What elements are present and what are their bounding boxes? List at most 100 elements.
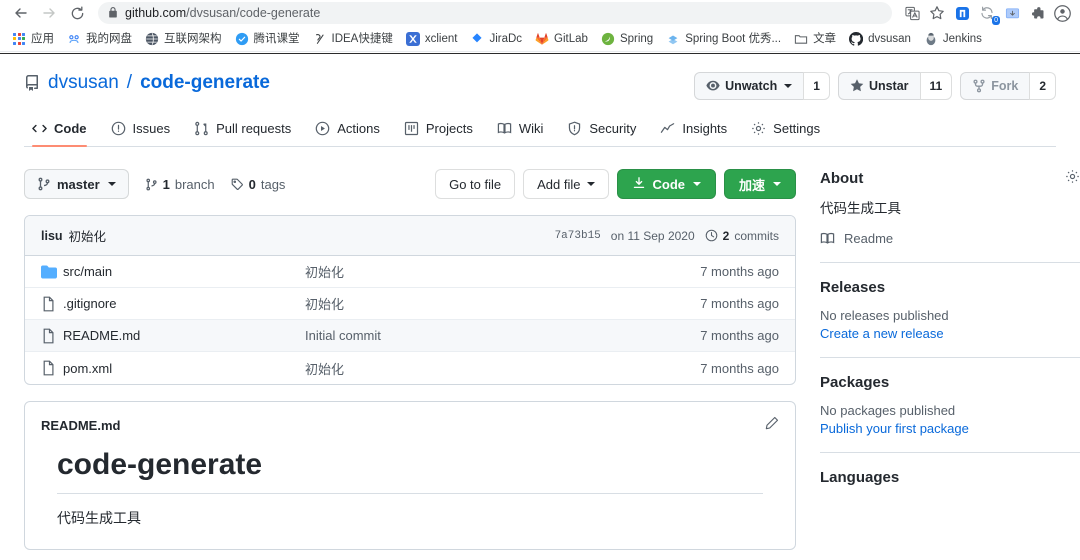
tab-actions[interactable]: Actions: [307, 114, 396, 146]
puzzle-extensions-icon[interactable]: [1027, 3, 1047, 23]
code-download-button[interactable]: Code: [617, 169, 716, 199]
watch-count[interactable]: 1: [803, 72, 830, 100]
fork-count[interactable]: 2: [1029, 72, 1056, 100]
profile-avatar-icon[interactable]: [1052, 3, 1072, 23]
packages-section: Packages No packages published Publish y…: [820, 357, 1080, 452]
github-page: dvsusan / code-generate Unwatch 1: [0, 54, 1080, 560]
commit-hash[interactable]: 7a73b15: [555, 230, 601, 242]
extension-blue-icon[interactable]: [952, 3, 972, 23]
fork-label: Fork: [991, 80, 1018, 93]
unstar-button[interactable]: Unstar: [838, 72, 920, 100]
file-time: 7 months ago: [700, 328, 779, 343]
back-arrow-icon[interactable]: [8, 2, 34, 24]
bookmark-spring[interactable]: Spring: [595, 30, 659, 48]
readme-box: README.md code-generate 代码生成工具: [24, 401, 796, 550]
file-toolbar-actions: Go to file Add file Co: [435, 169, 796, 199]
pencil-icon[interactable]: [764, 416, 779, 434]
readme-link[interactable]: Readme: [820, 231, 1080, 246]
file-commit-message[interactable]: 初始化: [305, 262, 700, 281]
bookmark-gitlab[interactable]: GitLab: [529, 30, 594, 48]
repo-body: master 1 branch: [24, 169, 1056, 550]
gear-icon[interactable]: [1065, 169, 1080, 187]
branch-selector[interactable]: master: [24, 169, 129, 199]
bookmark-dvsusan[interactable]: dvsusan: [843, 30, 917, 48]
sync-badge-count: 0: [992, 16, 1000, 25]
table-row[interactable]: README.md Initial commit 7 months ago: [25, 320, 795, 352]
file-name[interactable]: src/main: [63, 264, 305, 279]
bookmark-label: 文章: [813, 32, 836, 46]
bookmark-springboot[interactable]: Spring Boot 优秀...: [660, 30, 787, 48]
apps-grid-icon: [12, 32, 26, 46]
branch-count-link[interactable]: 1 branch: [145, 177, 215, 192]
unwatch-button[interactable]: Unwatch: [694, 72, 803, 100]
packages-title: Packages: [820, 374, 889, 391]
repo-owner-link[interactable]: dvsusan: [48, 70, 119, 96]
bookmark-idea-shortcut[interactable]: IDEA快捷键: [307, 30, 399, 48]
tab-settings[interactable]: Settings: [743, 114, 836, 146]
tags-count: 0: [249, 177, 256, 192]
bookmark-xclient[interactable]: xclient: [400, 30, 464, 48]
create-release-link[interactable]: Create a new release: [820, 326, 1080, 341]
star-count[interactable]: 11: [920, 72, 953, 100]
spring-leaf-icon: [601, 32, 615, 46]
tab-projects[interactable]: Projects: [396, 114, 489, 146]
tab-label: Security: [589, 121, 636, 136]
table-row[interactable]: .gitignore 初始化 7 months ago: [25, 288, 795, 320]
file-commit-message[interactable]: Initial commit: [305, 328, 700, 343]
file-commit-message[interactable]: 初始化: [305, 294, 700, 313]
file-name[interactable]: .gitignore: [63, 296, 305, 311]
globe-icon: [145, 32, 159, 46]
commits-label: commits: [734, 229, 779, 243]
project-board-icon: [404, 121, 419, 136]
bookmark-jiradc[interactable]: JiraDc: [464, 30, 528, 48]
tags-label: tags: [261, 177, 286, 192]
reload-icon[interactable]: [64, 2, 90, 24]
branch-name: master: [57, 177, 100, 192]
commit-author[interactable]: lisu: [41, 229, 63, 243]
github-mark-icon: [849, 32, 863, 46]
tab-code[interactable]: Code: [24, 114, 103, 146]
bookmark-wenzhang[interactable]: 文章: [788, 30, 842, 48]
bookmark-wodewangpan[interactable]: 我的网盘: [61, 30, 138, 48]
tab-label: Actions: [337, 121, 380, 136]
shield-icon: [567, 121, 582, 136]
publish-package-link[interactable]: Publish your first package: [820, 421, 1080, 436]
tab-wiki[interactable]: Wiki: [489, 114, 560, 146]
tags-count-link[interactable]: 0 tags: [231, 177, 286, 192]
file-name[interactable]: README.md: [63, 328, 305, 343]
tab-issues[interactable]: Issues: [103, 114, 187, 146]
chevron-down-icon: [587, 182, 595, 186]
bookmark-label: Spring: [620, 32, 653, 46]
tab-security[interactable]: Security: [559, 114, 652, 146]
address-bar[interactable]: github.com/dvsusan/code-generate: [98, 2, 892, 24]
add-file-button[interactable]: Add file: [523, 169, 609, 199]
chevron-down-icon: [773, 182, 781, 186]
file-name[interactable]: pom.xml: [63, 361, 305, 376]
commit-message[interactable]: 初始化: [69, 226, 107, 245]
bookmark-tengxunketang[interactable]: 腾讯课堂: [229, 30, 306, 48]
reading-list-icon[interactable]: [1002, 3, 1022, 23]
table-row[interactable]: pom.xml 初始化 7 months ago: [25, 352, 795, 384]
accelerate-button[interactable]: 加速: [724, 169, 796, 199]
bookmark-hulianwangjiagou[interactable]: 互联网架构: [139, 30, 228, 48]
packages-heading: Packages: [820, 374, 1080, 391]
bookmark-label: JiraDc: [489, 32, 522, 46]
commits-count-link[interactable]: 2 commits: [705, 229, 779, 243]
repo-name-link[interactable]: code-generate: [140, 70, 270, 96]
repo-title: dvsusan / code-generate: [24, 70, 270, 96]
go-to-file-button[interactable]: Go to file: [435, 169, 515, 199]
fork-button[interactable]: Fork: [960, 72, 1029, 100]
go-to-file-label: Go to file: [449, 177, 501, 192]
tab-label: Issues: [133, 121, 171, 136]
tab-insights[interactable]: Insights: [652, 114, 743, 146]
file-commit-message[interactable]: 初始化: [305, 359, 700, 378]
bookmark-apps[interactable]: 应用: [6, 30, 60, 48]
bookmark-star-icon[interactable]: [927, 3, 947, 23]
releases-heading: Releases: [820, 279, 1080, 296]
sync-badge-icon[interactable]: 0: [977, 3, 997, 23]
translate-icon[interactable]: [902, 3, 922, 23]
code-brackets-icon: [32, 121, 47, 136]
tab-pull-requests[interactable]: Pull requests: [186, 114, 307, 146]
table-row[interactable]: src/main 初始化 7 months ago: [25, 256, 795, 288]
bookmark-jenkins[interactable]: Jenkins: [918, 30, 988, 48]
